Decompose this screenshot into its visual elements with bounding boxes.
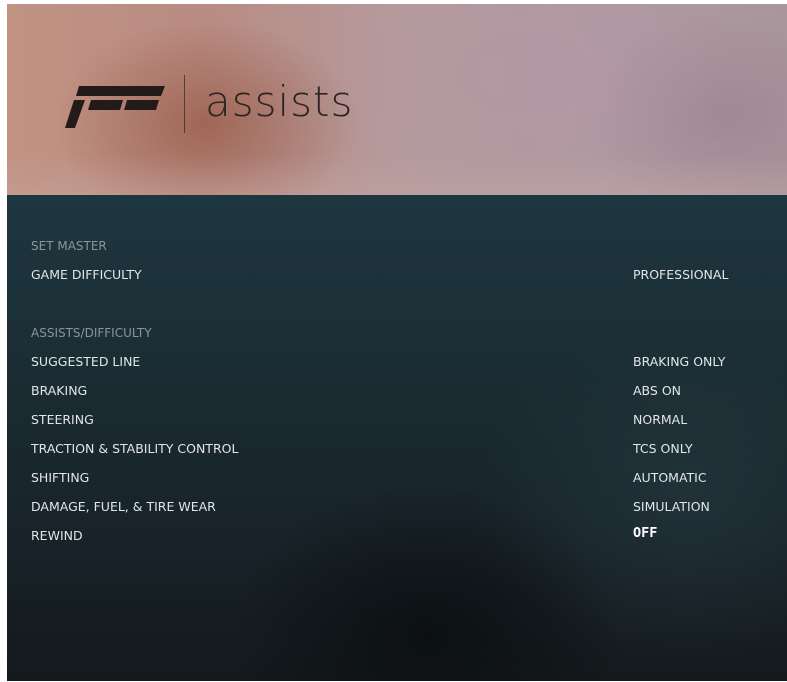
setting-label-game-difficulty[interactable]: GAME DIFFICULTY: [31, 267, 142, 282]
setting-label-suggested-line[interactable]: SUGGESTED LINE: [31, 354, 140, 369]
setting-label-braking[interactable]: BRAKING: [31, 383, 87, 398]
setting-label-steering[interactable]: STEERING: [31, 412, 94, 427]
header-divider: [184, 75, 185, 133]
setting-label-traction-stability-control[interactable]: TRACTION & STABILITY CONTROL: [31, 441, 238, 456]
setting-value-steering[interactable]: NORMAL: [633, 412, 687, 427]
setting-value-rewind-selected[interactable]: OFF: [633, 525, 657, 541]
forza-motorsport-logo-icon: [65, 86, 165, 128]
section-label-assists-difficulty: ASSISTS/DIFFICULTY: [31, 326, 152, 340]
setting-value-traction-stability-control[interactable]: TCS ONLY: [633, 441, 693, 456]
header-banner: assists: [7, 4, 787, 195]
page-title: assists: [205, 77, 354, 126]
section-label-set-master: SET MASTER: [31, 239, 107, 253]
setting-label-damage-fuel-tire-wear[interactable]: DAMAGE, FUEL, & TIRE WEAR: [31, 499, 216, 514]
setting-value-braking[interactable]: ABS ON: [633, 383, 681, 398]
setting-value-shifting[interactable]: AUTOMATIC: [633, 470, 707, 485]
settings-panel: SET MASTER GAME DIFFICULTY PROFESSIONAL …: [7, 195, 787, 681]
assists-screen: assists SET MASTER GAME DIFFICULTY PROFE…: [7, 4, 787, 681]
setting-label-shifting[interactable]: SHIFTING: [31, 470, 89, 485]
setting-label-rewind[interactable]: REWIND: [31, 528, 83, 543]
setting-value-suggested-line[interactable]: BRAKING ONLY: [633, 354, 725, 369]
setting-value-damage-fuel-tire-wear[interactable]: SIMULATION: [633, 499, 710, 514]
setting-value-game-difficulty[interactable]: PROFESSIONAL: [633, 267, 728, 282]
